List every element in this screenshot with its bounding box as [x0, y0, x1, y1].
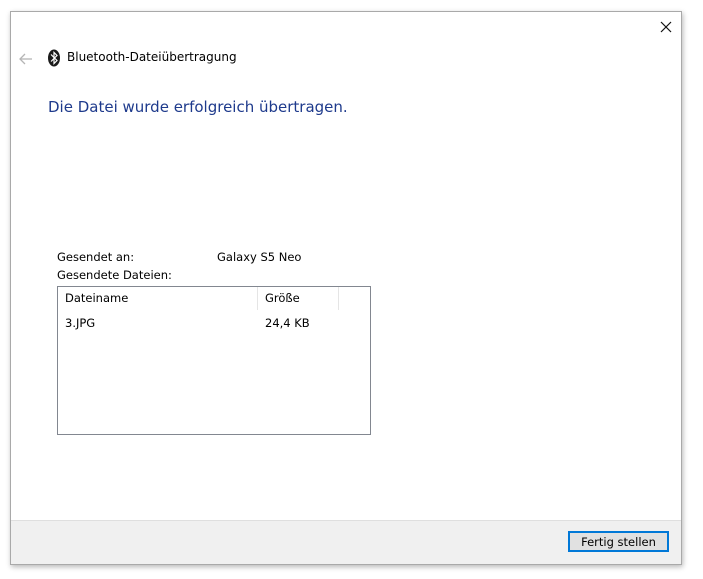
close-icon: [660, 21, 672, 33]
close-button[interactable]: [651, 12, 681, 42]
file-name-cell: 3.JPG: [65, 316, 96, 330]
file-size-cell: 24,4 KB: [265, 316, 310, 330]
dialog-window: Bluetooth-Dateiübertragung Die Datei wur…: [10, 11, 682, 565]
column-header-filename[interactable]: Dateiname: [58, 287, 258, 309]
back-arrow-icon: [19, 53, 32, 65]
sent-to-value: Galaxy S5 Neo: [217, 250, 302, 264]
sent-files-list[interactable]: Dateiname Größe 3.JPG 24,4 KB: [57, 286, 371, 435]
bluetooth-icon: [48, 49, 60, 67]
sent-files-label: Gesendete Dateien:: [57, 268, 172, 282]
footer-bar: Fertig stellen: [11, 520, 681, 564]
sent-to-label: Gesendet an:: [57, 250, 135, 264]
window-title: Bluetooth-Dateiübertragung: [67, 50, 237, 64]
back-button[interactable]: [15, 48, 37, 70]
page: Bluetooth-Dateiübertragung Die Datei wur…: [0, 0, 703, 579]
column-divider[interactable]: [338, 287, 339, 310]
list-header: Dateiname Größe: [58, 287, 339, 310]
column-header-size[interactable]: Größe: [258, 287, 338, 309]
finish-button[interactable]: Fertig stellen: [568, 531, 669, 552]
status-heading: Die Datei wurde erfolgreich übertragen.: [48, 98, 348, 116]
